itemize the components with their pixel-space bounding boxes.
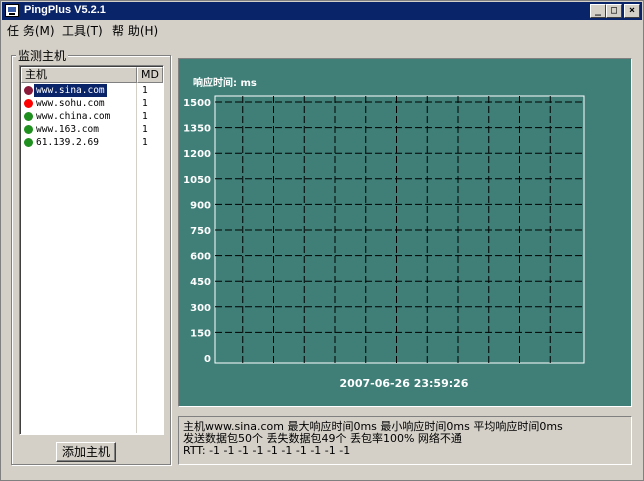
host-md-value: 1 bbox=[142, 124, 148, 135]
add-host-button[interactable]: 添加主机 bbox=[56, 442, 116, 462]
y-tick-label: 300 bbox=[190, 303, 211, 314]
status-dot-icon bbox=[24, 138, 33, 147]
host-row[interactable]: 61.139.2.69 1 bbox=[21, 136, 163, 149]
close-button[interactable]: × bbox=[624, 4, 640, 18]
host-list-header: 主机 MD bbox=[21, 67, 163, 83]
host-md-value: 1 bbox=[142, 111, 148, 122]
status-dot-icon bbox=[24, 125, 33, 134]
host-name: www.sina.com bbox=[34, 84, 107, 97]
host-md-value: 1 bbox=[142, 137, 148, 148]
y-tick-label: 1500 bbox=[183, 98, 211, 109]
app-monitor-icon[interactable] bbox=[5, 4, 19, 17]
host-name: www.china.com bbox=[36, 111, 111, 122]
response-time-chart: 响应时间: ms 0 150 300 450 600 750 900 1050 1200 1350… bbox=[178, 58, 632, 407]
host-name: www.sohu.com bbox=[36, 98, 105, 109]
y-tick-label: 1200 bbox=[183, 149, 211, 160]
y-tick-label: 1350 bbox=[183, 124, 211, 135]
y-tick-label: 600 bbox=[190, 252, 211, 263]
y-tick-label: 0 bbox=[204, 354, 211, 365]
host-row[interactable]: www.sina.com 1 bbox=[21, 84, 163, 97]
menu-task[interactable]: 任 务(M) bbox=[7, 22, 55, 39]
host-md-value: 1 bbox=[142, 98, 148, 109]
y-tick-label: 150 bbox=[190, 328, 211, 339]
y-tick-label: 450 bbox=[190, 277, 211, 288]
info-rtt-line: RTT: -1 -1 -1 -1 -1 -1 -1 -1 -1 -1 bbox=[183, 444, 351, 457]
status-dot-icon bbox=[24, 112, 33, 121]
y-tick-label: 750 bbox=[190, 226, 211, 237]
host-md-value: 1 bbox=[142, 85, 148, 96]
host-row[interactable]: www.sohu.com 1 bbox=[21, 97, 163, 110]
column-header-host[interactable]: 主机 bbox=[21, 67, 137, 83]
host-name: www.163.com bbox=[36, 124, 99, 135]
y-tick-label: 900 bbox=[190, 200, 211, 211]
chart-timestamp: 2007-06-26 23:59:26 bbox=[340, 377, 469, 390]
column-header-md[interactable]: MD bbox=[137, 67, 163, 83]
menu-bar: 任 务(M) 工具(T) 帮 助(H) bbox=[2, 20, 642, 39]
status-dot-icon bbox=[24, 99, 33, 108]
chart-y-axis-label: 响应时间: ms bbox=[193, 76, 257, 89]
menu-help[interactable]: 帮 助(H) bbox=[112, 22, 158, 39]
host-row[interactable]: www.china.com 1 bbox=[21, 110, 163, 123]
title-bar[interactable]: PingPlus V5.2.1 _ □ × bbox=[2, 2, 642, 20]
monitor-group-label: 监测主机 bbox=[16, 47, 69, 64]
minimize-button[interactable]: _ bbox=[590, 4, 606, 18]
host-info-panel: 主机www.sina.com 最大响应时间0ms 最小响应时间0ms 平均响应时… bbox=[178, 416, 632, 465]
status-dot-icon bbox=[24, 86, 33, 95]
y-tick-label: 1050 bbox=[183, 175, 211, 186]
host-row[interactable]: www.163.com 1 bbox=[21, 123, 163, 136]
window-title: PingPlus V5.2.1 bbox=[24, 4, 106, 16]
menu-tools[interactable]: 工具(T) bbox=[62, 22, 103, 39]
host-name: 61.139.2.69 bbox=[36, 137, 99, 148]
chart-canvas: 响应时间: ms 0 150 300 450 600 750 900 1050 1200 1350… bbox=[183, 76, 585, 390]
maximize-button[interactable]: □ bbox=[606, 4, 622, 18]
host-list[interactable]: 主机 MD www.sina.com 1 www.sohu.com 1 www.chin… bbox=[19, 65, 164, 435]
